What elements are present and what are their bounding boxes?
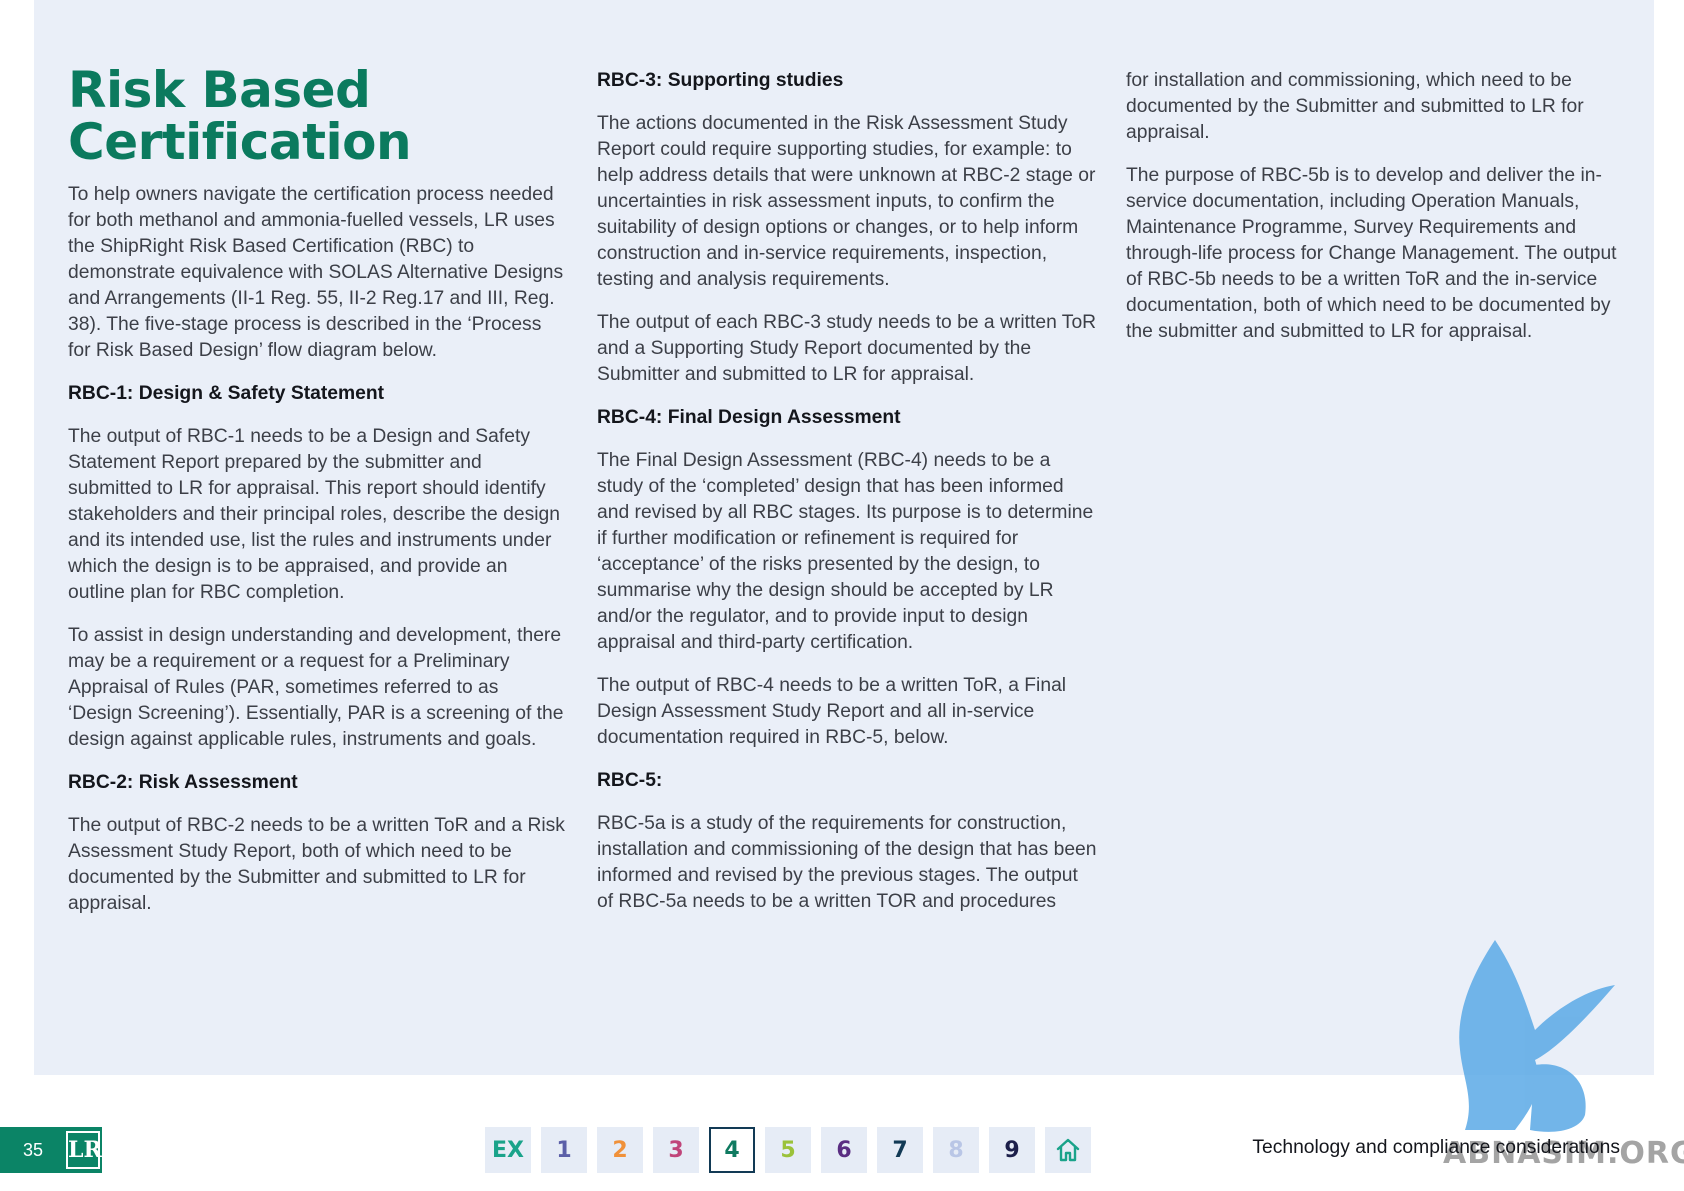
column-1: Risk Based Certification To help owners … — [68, 64, 568, 934]
column-3: for installation and commissioning, whic… — [1126, 68, 1626, 362]
rbc5b-paragraph: The purpose of RBC-5b is to develop and … — [1126, 165, 1617, 342]
section-title: Technology and compliance considerations — [1252, 1137, 1620, 1158]
nav-button-6[interactable]: 6 — [821, 1127, 867, 1173]
nav-button-2[interactable]: 2 — [597, 1127, 643, 1173]
nav-button-4[interactable]: 4 — [709, 1127, 755, 1173]
page-number: 35 — [22, 1139, 44, 1160]
nav-button-9[interactable]: 9 — [989, 1127, 1035, 1173]
nav-button-5[interactable]: 5 — [765, 1127, 811, 1173]
column-2: RBC-3: Supporting studies The actions do… — [597, 68, 1097, 932]
nav-button-ex[interactable]: EX — [485, 1127, 531, 1173]
rbc2-paragraph-1: The output of RBC-2 needs to be a writte… — [68, 815, 565, 914]
rbc3-heading: RBC-3: Supporting studies — [597, 70, 844, 91]
rbc1-heading: RBC-1: Design & Safety Statement — [68, 383, 385, 404]
rbc5-paragraph-1: RBC-5a is a study of the requirements fo… — [597, 813, 1097, 912]
section-navigation: EX 1 2 3 4 5 6 7 8 9 — [485, 1127, 1091, 1173]
rbc4-heading: RBC-4: Final Design Assessment — [597, 407, 901, 428]
rbc1-paragraph-2: To assist in design understanding and de… — [68, 625, 564, 750]
rbc2-heading: RBC-2: Risk Assessment — [68, 772, 298, 793]
rbc4-paragraph-1: The Final Design Assessment (RBC-4) need… — [597, 450, 1094, 653]
rbc3-paragraph-2: The output of each RBC-3 study needs to … — [597, 312, 1097, 385]
nav-button-1[interactable]: 1 — [541, 1127, 587, 1173]
nav-button-8[interactable]: 8 — [933, 1127, 979, 1173]
page-title: Risk Based Certification — [68, 61, 412, 171]
watermark-bird-icon — [1459, 940, 1615, 1132]
rbc4-paragraph-2: The output of RBC-4 needs to be a writte… — [597, 675, 1067, 748]
rbc5-heading: RBC-5: — [597, 770, 663, 791]
rbc5-continuation-paragraph: for installation and commissioning, whic… — [1126, 70, 1584, 143]
intro-paragraph: To help owners navigate the certificatio… — [68, 184, 564, 361]
home-button[interactable] — [1045, 1127, 1091, 1173]
rbc1-paragraph-1: The output of RBC-1 needs to be a Design… — [68, 426, 560, 603]
rbc3-paragraph-1: The actions documented in the Risk Asses… — [597, 113, 1096, 290]
nav-button-7[interactable]: 7 — [877, 1127, 923, 1173]
home-icon — [1056, 1138, 1080, 1162]
lr-logo: LR — [66, 1131, 102, 1169]
nav-button-3[interactable]: 3 — [653, 1127, 699, 1173]
page-badge: 35 LR — [0, 1127, 102, 1173]
